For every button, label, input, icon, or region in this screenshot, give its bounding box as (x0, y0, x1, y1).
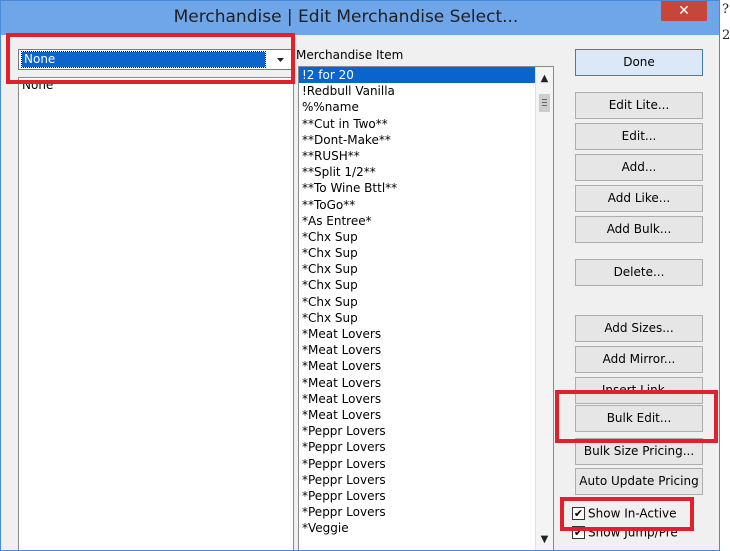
show-jump-checkbox[interactable]: ✔ Show Jump/Pre (572, 525, 678, 540)
list-item[interactable]: *Veggie (299, 520, 536, 536)
list-item[interactable]: !2 for 20 (299, 67, 536, 84)
list-item[interactable]: *Chx Sup (299, 261, 536, 277)
list-item[interactable]: *Peppr Lovers (299, 488, 536, 504)
add-sizes-button[interactable]: Add Sizes... (575, 315, 703, 342)
list-item[interactable]: **Split 1/2** (299, 164, 536, 180)
merchandise-dialog: Merchandise | Edit Merchandise Select...… (0, 0, 720, 551)
list-item[interactable]: *Peppr Lovers (299, 439, 536, 455)
chevron-down-icon[interactable] (274, 53, 287, 66)
list-item[interactable]: !Redbull Vanilla (299, 83, 536, 99)
list-item[interactable]: *Meat Lovers (299, 342, 536, 358)
insert-link-button[interactable]: Insert Link... (575, 377, 703, 404)
delete-button[interactable]: Delete... (575, 259, 703, 286)
show-inactive-checkbox[interactable]: ✔ Show In-Active (572, 506, 677, 521)
auto-update-pricing-button[interactable]: Auto Update Pricing (575, 468, 703, 495)
vertical-scrollbar[interactable]: ▲ ▼ (535, 67, 553, 550)
add-mirror-button[interactable]: Add Mirror... (575, 346, 703, 373)
scroll-up-icon[interactable]: ▲ (536, 70, 553, 87)
merchandise-item-list[interactable]: !2 for 20 !Redbull Vanilla %%name **Cut in … (298, 66, 554, 550)
list-item[interactable]: None (19, 78, 293, 93)
background-glyph: 2 (722, 28, 730, 43)
bulk-edit-button[interactable]: Bulk Edit... (575, 405, 703, 432)
scroll-down-icon[interactable]: ▼ (536, 531, 553, 548)
list-item[interactable]: *Meat Lovers (299, 391, 536, 407)
list-item[interactable]: **Cut in Two** (299, 116, 536, 132)
merchandise-item-header: Merchandise Item (296, 48, 404, 62)
list-item[interactable]: *Peppr Lovers (299, 423, 536, 439)
list-item[interactable]: *Peppr Lovers (299, 456, 536, 472)
list-item[interactable]: **RUSH** (299, 148, 536, 164)
list-item[interactable]: *Chx Sup (299, 294, 536, 310)
list-item[interactable]: **ToGo** (299, 197, 536, 213)
bulk-size-pricing-button[interactable]: Bulk Size Pricing... (575, 438, 703, 465)
edit-button[interactable]: Edit... (575, 123, 703, 150)
dialog-body: None None Merchandise Item !2 for 20 !Red… (7, 35, 713, 550)
done-button[interactable]: Done (575, 49, 703, 76)
merchandise-rows: !2 for 20 !Redbull Vanilla %%name **Cut in … (299, 67, 536, 536)
list-item[interactable]: *Peppr Lovers (299, 472, 536, 488)
add-like-button[interactable]: Add Like... (575, 185, 703, 212)
title-bar[interactable]: Merchandise | Edit Merchandise Select...… (1, 1, 719, 35)
list-item[interactable]: %%name (299, 99, 536, 115)
add-button[interactable]: Add... (575, 154, 703, 181)
list-item[interactable]: **To Wine Bttl** (299, 180, 536, 196)
list-item[interactable]: *Chx Sup (299, 245, 536, 261)
list-item[interactable]: *Chx Sup (299, 310, 536, 326)
list-item[interactable]: *Peppr Lovers (299, 504, 536, 520)
checkbox-check-icon[interactable]: ✔ (572, 507, 585, 520)
list-item[interactable]: *Meat Lovers (299, 358, 536, 374)
filter-dropdown[interactable]: None (18, 49, 292, 70)
list-item[interactable]: *Meat Lovers (299, 326, 536, 342)
list-item[interactable]: *Chx Sup (299, 229, 536, 245)
filter-list[interactable]: None (18, 77, 294, 550)
edit-lite-button[interactable]: Edit Lite... (575, 92, 703, 119)
close-button[interactable]: ✕ (661, 1, 707, 21)
list-item[interactable]: **Dont-Make** (299, 132, 536, 148)
window-title: Merchandise | Edit Merchandise Select... (173, 7, 519, 27)
list-item[interactable]: *Chx Sup (299, 277, 536, 293)
list-item[interactable]: *Meat Lovers (299, 407, 536, 423)
scroll-thumb[interactable] (539, 94, 550, 112)
background-glyph: ? (722, 2, 729, 17)
list-item[interactable]: *Meat Lovers (299, 375, 536, 391)
add-bulk-button[interactable]: Add Bulk... (575, 216, 703, 243)
filter-selected-value: None (21, 51, 266, 68)
list-item[interactable]: *As Entree* (299, 213, 536, 229)
checkbox-check-icon[interactable]: ✔ (572, 526, 585, 539)
